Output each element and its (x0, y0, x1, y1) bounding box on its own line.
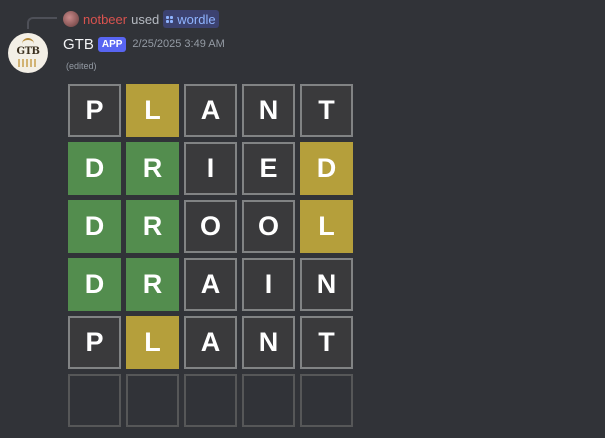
avatar-crown-icon (22, 38, 34, 45)
wordle-tile: O (184, 200, 237, 253)
wordle-tile (300, 374, 353, 427)
wordle-tile: I (184, 142, 237, 195)
wordle-tile: T (300, 84, 353, 137)
wordle-tile: I (242, 258, 295, 311)
wordle-tile: R (126, 200, 179, 253)
wordle-tile: N (242, 84, 295, 137)
wordle-tile: D (68, 258, 121, 311)
wordle-tile: T (300, 316, 353, 369)
wordle-tile: L (126, 316, 179, 369)
author-username[interactable]: GTB (63, 36, 94, 53)
wordle-tile: A (184, 258, 237, 311)
wordle-tile: D (300, 142, 353, 195)
wordle-tile (242, 374, 295, 427)
wordle-tile: L (300, 200, 353, 253)
command-name: wordle (177, 11, 216, 27)
wordle-tile: R (126, 258, 179, 311)
author-avatar[interactable]: GTB (8, 33, 48, 73)
wordle-tile: R (126, 142, 179, 195)
wordle-tile: P (68, 84, 121, 137)
edited-label: (edited) (66, 61, 97, 71)
app-command-icon (166, 15, 174, 23)
wordle-tile: A (184, 316, 237, 369)
wordle-tile: D (68, 200, 121, 253)
command-invocation-line: notbeer used wordle (63, 10, 219, 28)
wordle-tile: O (242, 200, 295, 253)
wordle-tile: A (184, 84, 237, 137)
wordle-tile: E (242, 142, 295, 195)
wordle-tile (68, 374, 121, 427)
app-badge: APP (97, 36, 127, 52)
wordle-tile: P (68, 316, 121, 369)
reply-spine-line (27, 17, 57, 29)
wordle-board: PLANTDRIEDDROOLDRAINPLANT (68, 84, 353, 427)
avatar-logo-text: GTB (16, 46, 40, 57)
invoker-username[interactable]: notbeer (83, 12, 127, 27)
message-header: GTB APP 2/25/2025 3:49 AM (63, 34, 225, 54)
wordle-tile (184, 374, 237, 427)
chat-message: notbeer used wordle GTB GTB APP 2/25/202… (0, 0, 605, 438)
wordle-tile (126, 374, 179, 427)
command-used-text: used (131, 11, 160, 27)
wordle-tile: L (126, 84, 179, 137)
command-pill[interactable]: wordle (163, 10, 219, 28)
avatar-decoration (18, 59, 38, 67)
wordle-tile: N (242, 316, 295, 369)
message-timestamp[interactable]: 2/25/2025 3:49 AM (132, 38, 224, 50)
wordle-tile: N (300, 258, 353, 311)
invoker-avatar[interactable] (63, 11, 79, 27)
wordle-tile: D (68, 142, 121, 195)
